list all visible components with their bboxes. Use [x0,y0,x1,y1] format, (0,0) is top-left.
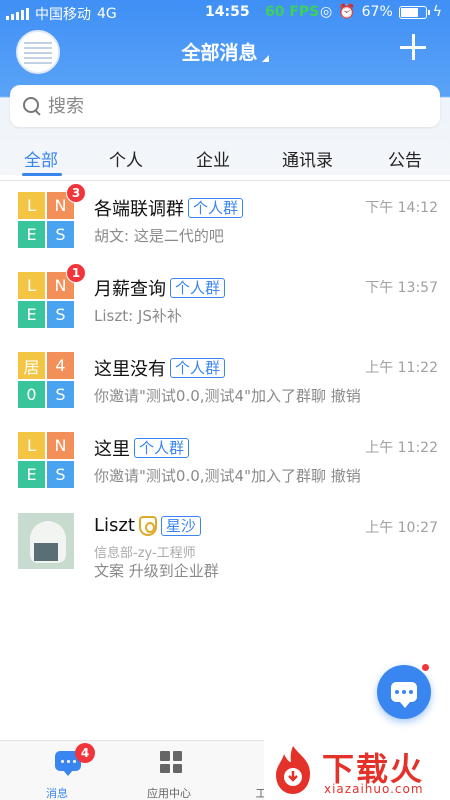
page-title-text: 全部消息 [181,42,258,64]
contact-row[interactable]: Liszt 星沙 上午 10:27 信息部-zy-工程师 文案 升级到企业群 [0,501,450,585]
contact-title: Liszt 星沙 [94,515,201,536]
group-avatar: 居 4 0 S [18,352,74,408]
alarm-icon: ⏰ [338,4,356,20]
avatar-cell: S [47,221,74,248]
dropdown-triangle-icon [261,55,269,62]
conversation-time: 下午 13:57 [365,280,438,296]
notification-dot [420,662,431,673]
avatar-cell: 0 [18,381,45,408]
conversation-title: 月薪查询 个人群 [94,275,226,301]
carrier: 中国移动 [35,7,91,23]
conversation-name: 各端联调群 [94,199,184,220]
last-message-preview: 你邀请"测试0.0,测试4"加入了群聊 撤销 [94,387,361,405]
fps-counter: 60 FPS [265,4,320,20]
tab-enterprise[interactable]: 企业 [196,146,230,171]
conversation-row[interactable]: 居 4 0 S 这里没有 个人群 上午 11:22 你邀请"测试0.0,测试4"… [0,341,450,421]
tab-announcements[interactable]: 公告 [388,146,422,171]
avatar-cell: E [18,221,45,248]
clock: 14:55 [205,4,250,20]
flame-logo-icon [276,746,310,794]
group-type-tag: 个人群 [188,198,244,218]
contact-avatar [18,513,74,569]
avatar-cell: S [47,381,74,408]
conversation-row[interactable]: L N E S 3 各端联调群 个人群 下午 14:12 胡文: 这是二代的吧 [0,181,450,261]
conversation-time: 上午 10:27 [365,520,438,536]
group-type-tag: 个人群 [170,278,226,298]
search-icon [22,96,42,116]
last-message-preview: Liszt: JS补补 [94,307,182,325]
conversation-name: 这里没有 [94,359,166,380]
watermark-url: xiazaihuo.com [324,782,424,796]
apps-grid-icon [160,751,182,773]
active-tab-indicator [22,173,62,176]
charging-icon: ϟ [432,4,442,20]
conversation-title: 各端联调群 个人群 [94,195,244,221]
avatar-cell: L [18,272,45,299]
avatar-cell: L [18,192,45,219]
conversation-row[interactable]: L N E S 这里 个人群 上午 11:22 你邀请"测试0.0,测试4"加入… [0,421,450,501]
tab-personal[interactable]: 个人 [109,146,143,171]
location-tag: 星沙 [160,515,201,536]
conversation-name: 这里 [94,439,130,460]
watermark: 下载火 xiazaihuo.com [264,740,450,800]
last-message-preview: 你邀请"测试0.0,测试4"加入了群聊 撤销 [94,467,361,485]
search-bar[interactable] [10,85,440,127]
add-icon[interactable] [400,34,426,60]
battery-icon [398,5,430,19]
nav-messages[interactable]: 4 消息 [12,741,102,800]
chat-bubble-icon [391,682,417,708]
group-avatar: L N E S [18,432,74,488]
nav-badge: 4 [75,743,95,763]
title-bar: 全部消息 [0,28,450,76]
group-avatar: L N E S [18,192,74,248]
unread-badge: 3 [66,183,86,203]
conversation-row[interactable]: L N E S 1 月薪查询 个人群 下午 13:57 Liszt: JS补补 [0,261,450,341]
lock-rotation-icon: ◎ [319,4,333,20]
verified-badge-icon [138,515,157,536]
last-message-preview: 胡文: 这是二代的吧 [94,227,224,245]
conversation-title: 这里没有 个人群 [94,355,226,381]
conversation-time: 下午 14:12 [365,200,438,216]
contact-subtitle: 信息部-zy-工程师 [94,546,196,561]
avatar-cell: 居 [18,352,45,379]
tab-contacts[interactable]: 通讯录 [282,146,333,171]
avatar-cell: S [47,461,74,488]
signal-icon [6,8,29,20]
avatar-cell: 4 [47,352,74,379]
network-type: 4G [97,6,117,22]
contact-name: Liszt [94,515,135,536]
conversation-time: 上午 11:22 [365,360,438,376]
tab-bar: 全部 个人 企业 通讯录 公告 [0,140,450,180]
tab-all[interactable]: 全部 [24,146,58,171]
battery-percent: 67% [361,4,393,20]
group-type-tag: 个人群 [134,438,190,458]
avatar-cell: E [18,301,45,328]
nav-app-center[interactable]: 应用中心 [124,741,214,800]
avatar-cell: E [18,461,45,488]
floating-chat-button[interactable] [377,665,431,719]
unread-badge: 1 [66,263,86,283]
conversation-time: 上午 11:22 [365,440,438,456]
avatar-cell: L [18,432,45,459]
avatar-cell: N [47,432,74,459]
avatar-cell: S [47,301,74,328]
book-shape [34,543,58,561]
search-input[interactable] [48,95,428,117]
status-bar: 中国移动 4G 14:55 60 FPS ◎ ⏰ 67% ϟ [0,0,450,26]
group-type-tag: 个人群 [170,358,226,378]
conversation-name: 月薪查询 [94,279,166,300]
last-message-preview: 文案 升级到企业群 [94,562,219,580]
nav-label: 消息 [46,787,68,800]
page-title[interactable]: 全部消息 [0,38,450,65]
conversation-title: 这里 个人群 [94,435,190,461]
group-avatar: L N E S [18,272,74,328]
nav-label: 应用中心 [147,787,191,800]
